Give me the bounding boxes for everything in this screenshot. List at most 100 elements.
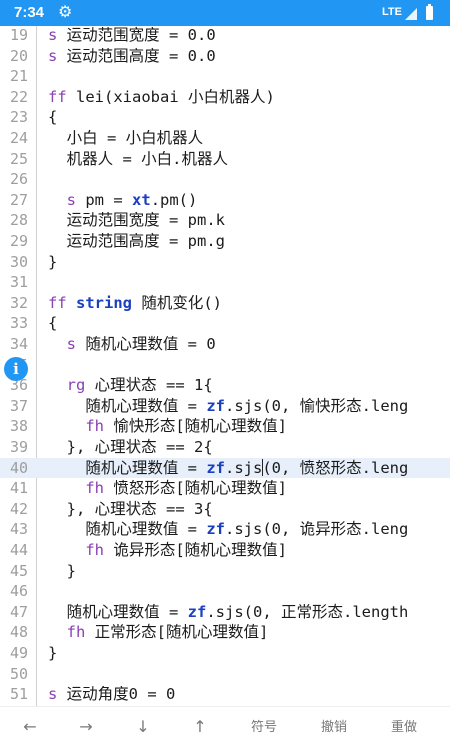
code-token — [48, 541, 85, 559]
code-token: 随机心理数值 = — [48, 459, 206, 477]
code-line[interactable]: 26 — [0, 169, 450, 190]
code-text: 运动范围宽度 = pm.k — [48, 210, 225, 231]
code-line[interactable]: 19s 运动范围宽度 = 0.0 — [0, 26, 450, 46]
redo-button[interactable]: 重做 — [374, 707, 434, 751]
code-line[interactable]: 20s 运动范围高度 = 0.0 — [0, 46, 450, 67]
code-text: 运动范围高度 = pm.g — [48, 231, 225, 252]
gear-icon[interactable]: ⚙ — [58, 2, 72, 22]
code-line[interactable]: 46 — [0, 581, 450, 602]
line-number: 19 — [0, 26, 28, 46]
code-line[interactable]: 45 } — [0, 561, 450, 582]
line-number: 47 — [0, 602, 28, 623]
code-line[interactable]: 25 机器人 = 小白.机器人 — [0, 149, 450, 170]
code-token-bl: string — [76, 294, 132, 312]
code-token-kw: fh — [85, 479, 104, 497]
code-token-kw: rg — [67, 376, 86, 394]
code-line[interactable]: 21 — [0, 66, 450, 87]
line-number: 46 — [0, 581, 28, 602]
code-line[interactable]: 34 s 随机心理数值 = 0 — [0, 334, 450, 355]
code-editor[interactable]: 19s 运动范围宽度 = 0.020s 运动范围高度 = 0.02122ff l… — [0, 26, 450, 706]
code-line[interactable]: 32ff string 随机变化() — [0, 293, 450, 314]
undo-button[interactable]: 撤销 — [304, 707, 364, 751]
code-token-kw: fh — [85, 541, 104, 559]
code-line[interactable]: 28 运动范围宽度 = pm.k — [0, 210, 450, 231]
code-line[interactable]: 37 随机心理数值 = zf.sjs(0, 愉快形态.leng — [0, 396, 450, 417]
status-bar: 7:34 ⚙ LTE — [0, 0, 450, 26]
code-line[interactable]: 38 fh 愉快形态[随机心理数值] — [0, 416, 450, 437]
code-token-kw: s — [67, 335, 76, 353]
code-token: .sjs(0, 诡异形态.leng — [225, 520, 408, 538]
code-line[interactable]: 42 }, 心理状态 == 3{ — [0, 499, 450, 520]
code-token: 随机心理数值 = — [48, 603, 188, 621]
code-token: 机器人 = 小白.机器人 — [48, 150, 228, 168]
code-text: fh 愉快形态[随机心理数值] — [48, 416, 287, 437]
code-token: lei(xiaobai 小白机器人) — [67, 88, 275, 106]
code-line[interactable]: 22ff lei(xiaobai 小白机器人) — [0, 87, 450, 108]
code-line[interactable]: 30} — [0, 252, 450, 273]
cursor-right-button[interactable]: → — [56, 707, 116, 751]
code-line[interactable]: 41 fh 愤怒形态[随机心理数值] — [0, 478, 450, 499]
code-text: s 运动角度0 = 0 — [48, 684, 175, 705]
code-line[interactable]: 50 — [0, 664, 450, 685]
code-line[interactable]: 40 随机心理数值 = zf.sjs(0, 愤怒形态.leng — [0, 458, 450, 479]
line-number: 45 — [0, 561, 28, 582]
code-text: }, 心理状态 == 2{ — [48, 437, 213, 458]
info-icon[interactable]: i — [4, 357, 28, 381]
code-token: 运动范围高度 = pm.g — [48, 232, 225, 250]
line-number: 25 — [0, 149, 28, 170]
symbol-button[interactable]: 符号 — [234, 707, 294, 751]
code-line[interactable]: 31 — [0, 272, 450, 293]
code-line[interactable]: 47 随机心理数值 = zf.sjs(0, 正常形态.length — [0, 602, 450, 623]
code-text: } — [48, 252, 57, 273]
code-text: { — [48, 107, 57, 128]
cursor-up-button[interactable]: ↑ — [170, 707, 230, 751]
line-number: 30 — [0, 252, 28, 273]
network-type: LTE — [382, 6, 402, 18]
line-number: 40 — [0, 458, 28, 479]
line-number: 51 — [0, 684, 28, 705]
code-token — [48, 376, 67, 394]
code-line[interactable]: 35 — [0, 355, 450, 376]
code-token: 随机心理数值 = 0 — [76, 335, 216, 353]
code-line[interactable]: 48 fh 正常形态[随机心理数值] — [0, 622, 450, 643]
line-number: 41 — [0, 478, 28, 499]
line-number: 43 — [0, 519, 28, 540]
line-number: 34 — [0, 334, 28, 355]
line-number: 20 — [0, 46, 28, 67]
code-token: 运动范围宽度 = 0.0 — [57, 26, 215, 44]
code-line[interactable]: 49} — [0, 643, 450, 664]
code-line[interactable]: 33{ — [0, 313, 450, 334]
code-token — [67, 294, 76, 312]
cursor-down-button[interactable]: ↓ — [113, 707, 173, 751]
line-number: 33 — [0, 313, 28, 334]
code-line[interactable]: 36 rg 心理状态 == 1{ — [0, 375, 450, 396]
code-line[interactable]: 23{ — [0, 107, 450, 128]
code-token: }, 心理状态 == 2{ — [48, 438, 213, 456]
code-token: { — [48, 108, 57, 126]
battery-icon — [426, 6, 433, 20]
code-token: .sjs(0, 愉快形态.leng — [225, 397, 408, 415]
line-number: 24 — [0, 128, 28, 149]
line-number: 44 — [0, 540, 28, 561]
status-time: 7:34 — [14, 4, 44, 21]
code-text: 随机心理数值 = zf.sjs(0, 愤怒形态.leng — [48, 458, 408, 479]
line-number: 27 — [0, 190, 28, 211]
code-line[interactable]: 44 fh 诡异形态[随机心理数值] — [0, 540, 450, 561]
code-line[interactable]: 39 }, 心理状态 == 2{ — [0, 437, 450, 458]
code-token: 小白 = 小白机器人 — [48, 129, 203, 147]
line-number: 21 — [0, 66, 28, 87]
code-text: 机器人 = 小白.机器人 — [48, 149, 228, 170]
code-line[interactable]: 27 s pm = xt.pm() — [0, 190, 450, 211]
code-line[interactable]: 43 随机心理数值 = zf.sjs(0, 诡异形态.leng — [0, 519, 450, 540]
code-token: }, 心理状态 == 3{ — [48, 500, 213, 518]
code-text: s 随机心理数值 = 0 — [48, 334, 216, 355]
cursor-left-button[interactable]: ← — [0, 707, 60, 751]
line-number: 29 — [0, 231, 28, 252]
code-line[interactable]: 29 运动范围高度 = pm.g — [0, 231, 450, 252]
code-token: 随机心理数值 = — [48, 520, 206, 538]
line-number: 32 — [0, 293, 28, 314]
code-line[interactable]: 51 s 运动角度0 = 0 — [0, 684, 450, 705]
code-line[interactable]: 24 小白 = 小白机器人 — [0, 128, 450, 149]
code-text: 随机心理数值 = zf.sjs(0, 愉快形态.leng — [48, 396, 408, 417]
signal-icon — [405, 8, 417, 20]
